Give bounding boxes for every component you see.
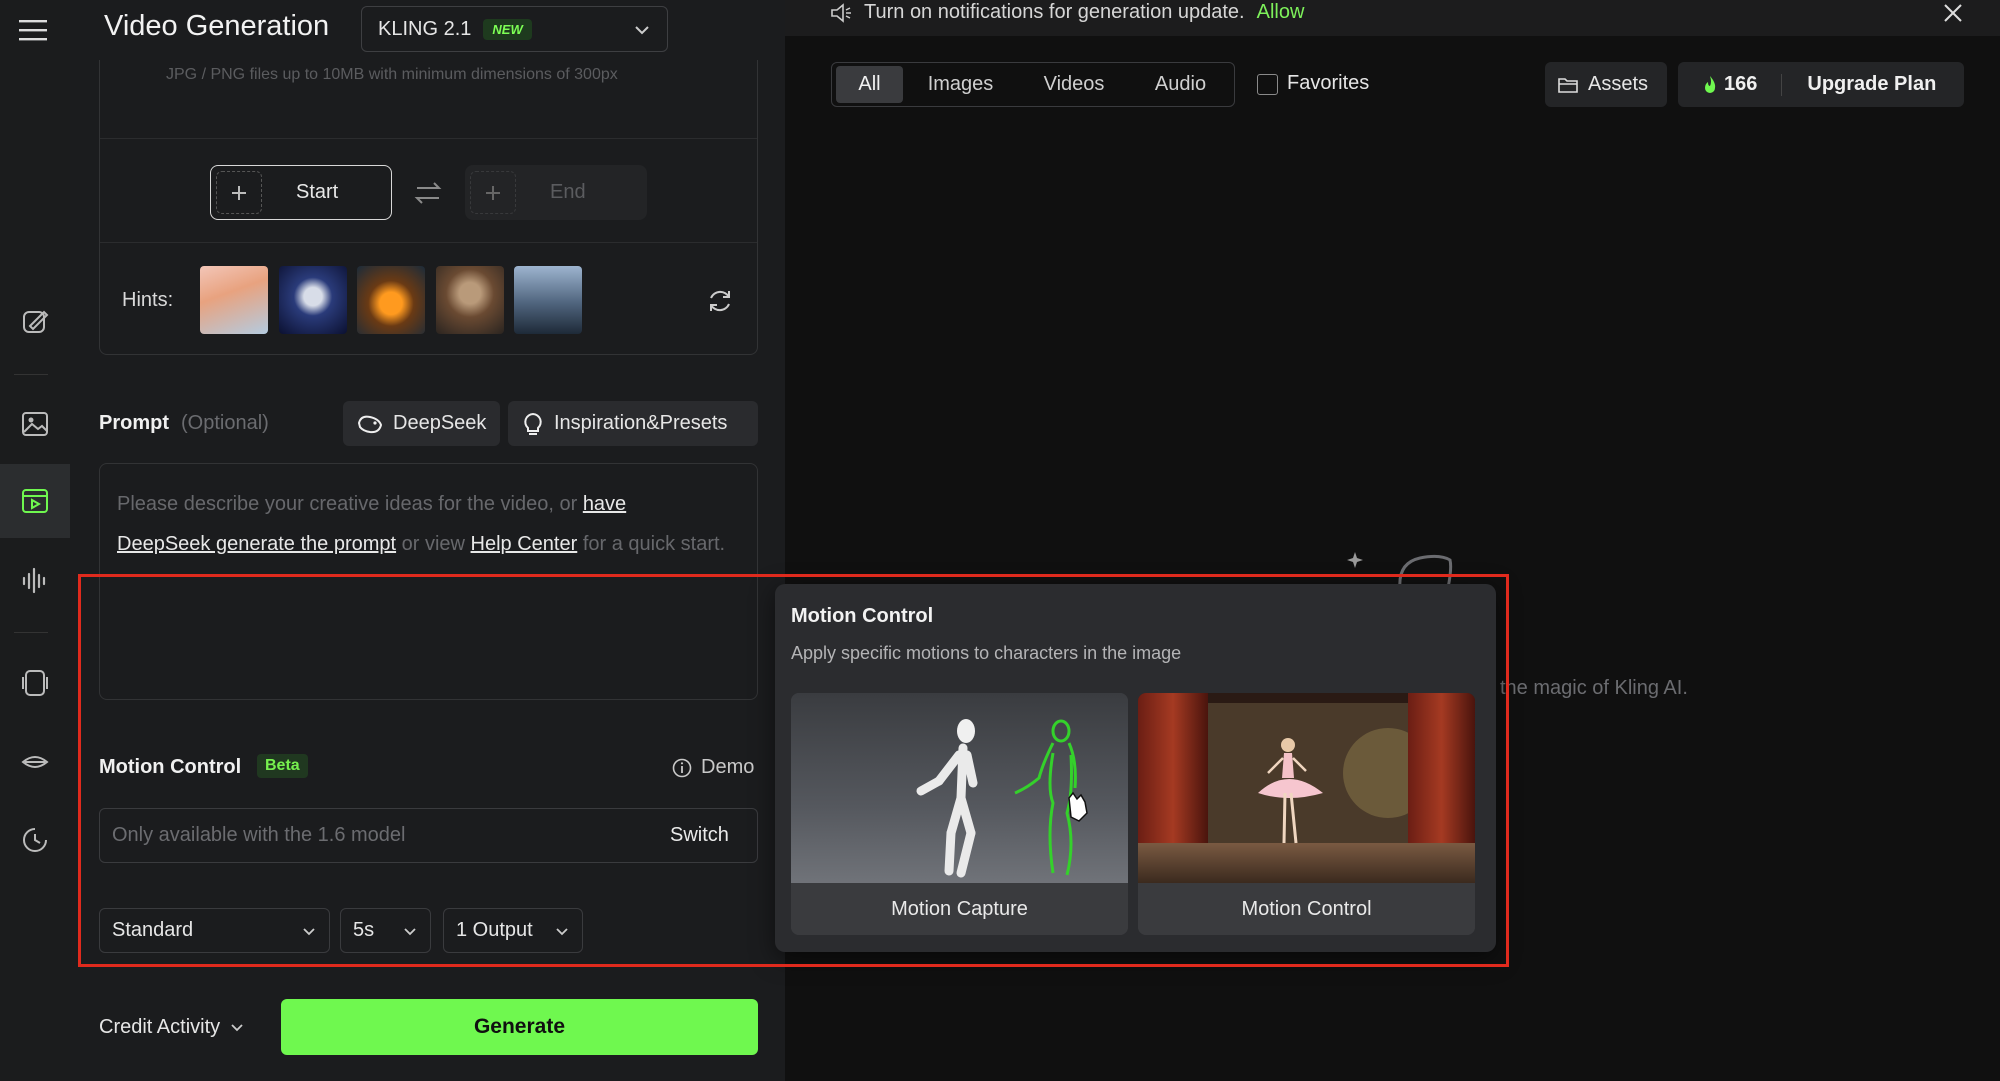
favorites-checkbox[interactable] bbox=[1257, 74, 1278, 95]
hints-label: Hints: bbox=[122, 289, 174, 311]
deepseek-label: DeepSeek bbox=[393, 412, 487, 434]
left-rail bbox=[0, 0, 70, 1081]
allow-link[interactable]: Allow bbox=[1257, 1, 1305, 23]
hint-thumbnail[interactable] bbox=[436, 266, 504, 334]
close-icon[interactable] bbox=[1942, 2, 1964, 24]
flame-icon bbox=[1702, 75, 1724, 95]
menu-icon[interactable] bbox=[9, 6, 57, 54]
tab-videos[interactable]: Videos bbox=[1022, 66, 1126, 103]
credits-value: 166 bbox=[1724, 73, 1758, 95]
hint-thumbnail[interactable] bbox=[357, 266, 425, 334]
speaker-icon bbox=[830, 3, 852, 23]
character-icon[interactable] bbox=[11, 659, 59, 707]
hint-thumbnail[interactable] bbox=[279, 266, 347, 334]
prompt-label: Prompt bbox=[99, 412, 169, 434]
favorites-label: Favorites bbox=[1287, 72, 1370, 94]
assets-label: Assets bbox=[1588, 73, 1649, 95]
chevron-down-icon bbox=[220, 1021, 244, 1035]
credits-balance: 166 bbox=[1678, 73, 1757, 96]
upload-note: JPG / PNG files up to 10MB with minimum … bbox=[166, 66, 618, 83]
page-title: Video Generation bbox=[104, 10, 330, 42]
notification-text: Turn on notifications for generation upd… bbox=[864, 1, 1305, 23]
end-frame-button[interactable]: End bbox=[465, 165, 647, 220]
image-icon[interactable] bbox=[11, 400, 59, 448]
help-center-link[interactable]: Help Center bbox=[471, 533, 578, 555]
start-frame-button[interactable]: Start bbox=[210, 165, 392, 220]
video-icon[interactable] bbox=[0, 464, 70, 538]
plus-icon bbox=[470, 171, 516, 214]
hint-thumbnail[interactable] bbox=[514, 266, 582, 334]
hint-thumbnail[interactable] bbox=[200, 266, 268, 334]
lips-icon[interactable] bbox=[11, 738, 59, 786]
end-label: End bbox=[550, 181, 586, 203]
start-label: Start bbox=[296, 181, 339, 203]
upgrade-plan-label: Upgrade Plan bbox=[1807, 73, 1937, 95]
highlight-box bbox=[78, 574, 1509, 967]
chevron-down-icon bbox=[633, 21, 651, 39]
image-upload-area[interactable] bbox=[99, 60, 758, 355]
model-select[interactable]: KLING 2.1 NEW bbox=[361, 6, 668, 52]
tab-images[interactable]: Images bbox=[910, 66, 1011, 103]
credit-activity-label: Credit Activity bbox=[99, 1016, 221, 1038]
tab-audio[interactable]: Audio bbox=[1133, 66, 1228, 103]
deepseek-button[interactable]: DeepSeek bbox=[343, 401, 500, 446]
have-link[interactable]: have bbox=[583, 493, 626, 515]
prompt-optional: (Optional) bbox=[181, 412, 269, 434]
inspiration-presets-button[interactable]: Inspiration&Presets bbox=[508, 401, 758, 446]
folder-icon bbox=[1557, 75, 1588, 95]
new-badge: NEW bbox=[483, 18, 532, 40]
assets-button[interactable]: Assets bbox=[1545, 62, 1667, 107]
refresh-icon[interactable] bbox=[706, 287, 734, 315]
credits-upgrade-button[interactable]: 166 Upgrade Plan bbox=[1678, 62, 1964, 107]
history-icon[interactable] bbox=[11, 816, 59, 864]
prompt-placeholder: Please describe your creative ideas for … bbox=[117, 493, 726, 555]
swap-icon[interactable] bbox=[413, 180, 443, 206]
deepseek-generate-link[interactable]: DeepSeek generate the prompt bbox=[117, 533, 396, 555]
credit-activity-dropdown[interactable]: Credit Activity bbox=[99, 1016, 244, 1039]
model-name: KLING 2.1 bbox=[378, 17, 472, 40]
audio-icon[interactable] bbox=[11, 556, 59, 604]
generate-button[interactable]: Generate bbox=[281, 999, 758, 1055]
edit-tool-icon[interactable] bbox=[11, 297, 59, 345]
lightbulb-icon bbox=[522, 412, 554, 436]
tab-all[interactable]: All bbox=[836, 66, 903, 103]
inspiration-label: Inspiration&Presets bbox=[554, 412, 728, 434]
whale-icon bbox=[357, 413, 393, 435]
plus-icon bbox=[216, 171, 262, 214]
empty-state-text: the magic of Kling AI. bbox=[1500, 677, 1688, 699]
